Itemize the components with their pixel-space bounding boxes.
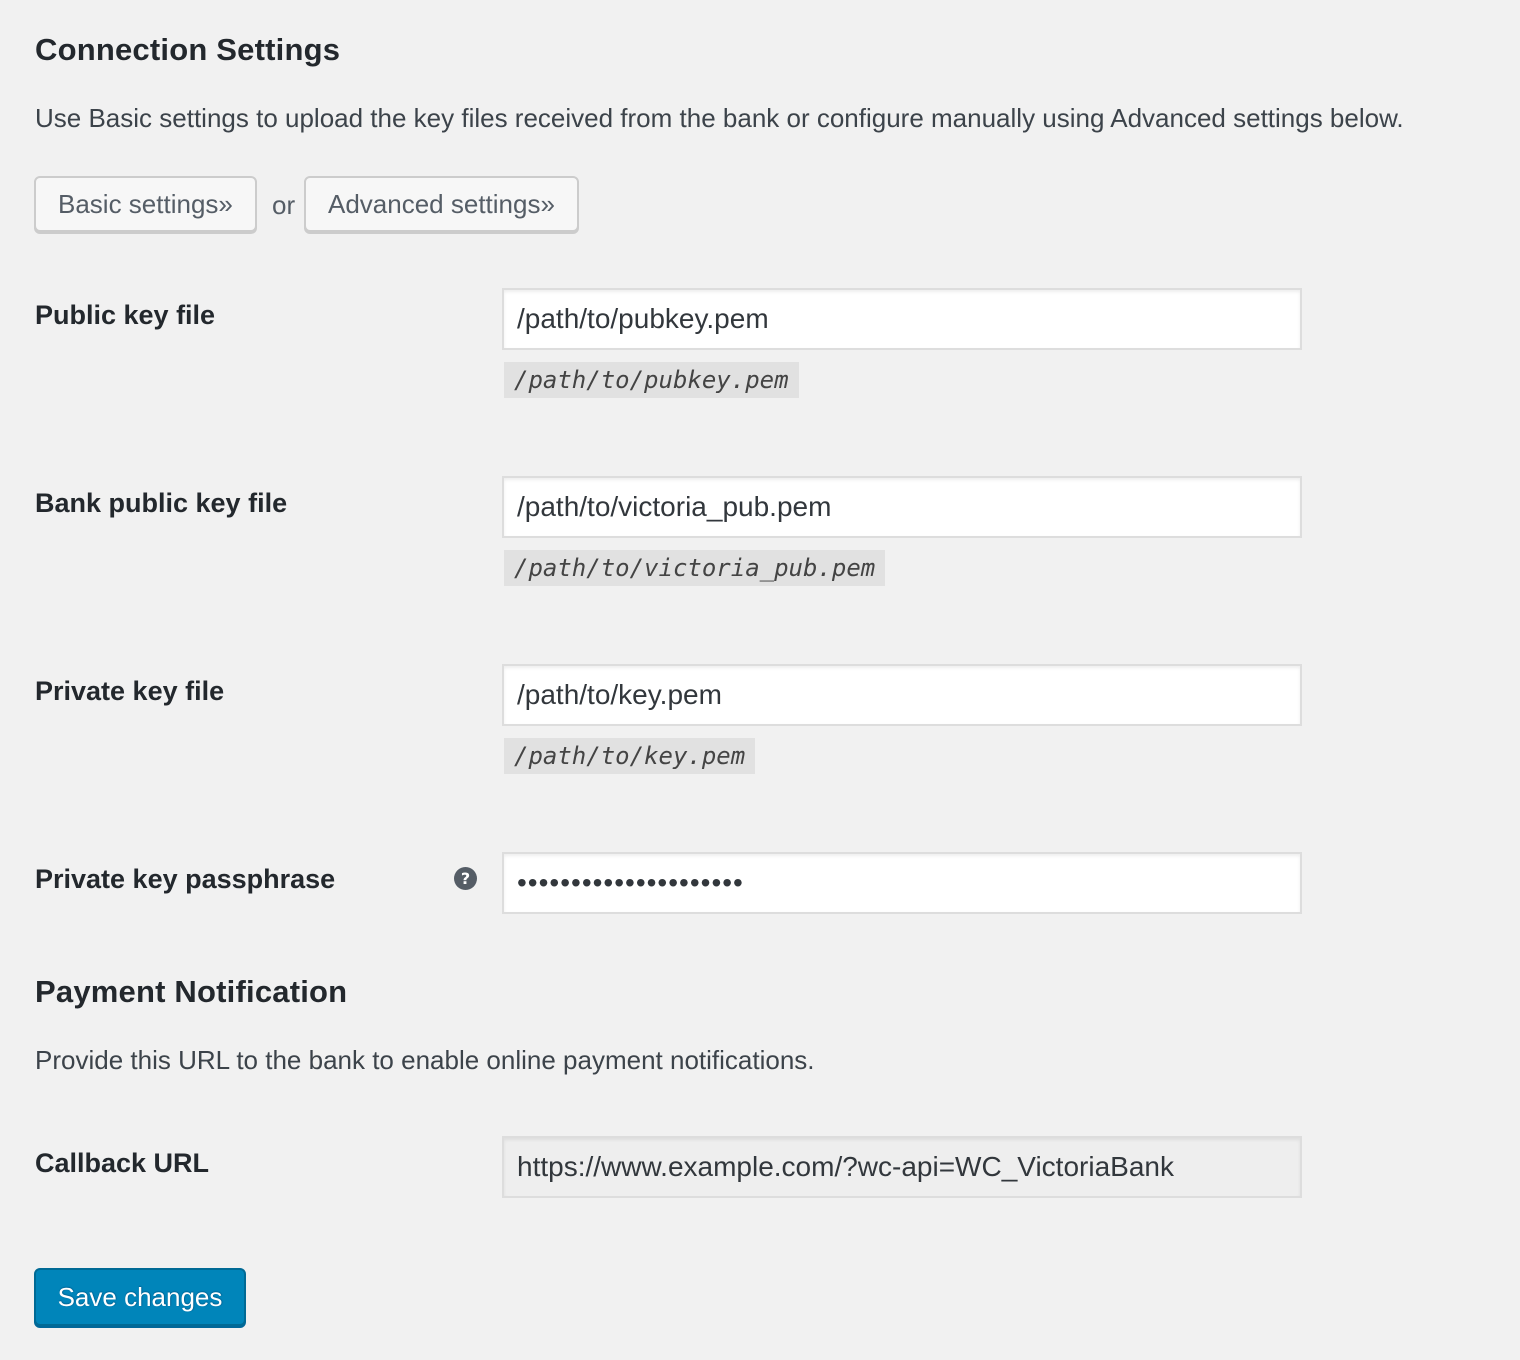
callback-url-label: Callback URL bbox=[35, 1148, 210, 1178]
private-key-file-input[interactable] bbox=[502, 664, 1302, 726]
payment-notification-description: Provide this URL to the bank to enable o… bbox=[35, 1045, 815, 1075]
settings-page: Connection Settings Use Basic settings t… bbox=[0, 0, 1520, 1360]
connection-settings-description: Use Basic settings to upload the key fil… bbox=[35, 103, 1404, 133]
or-separator: or bbox=[272, 190, 296, 220]
public-key-file-input[interactable] bbox=[502, 288, 1302, 350]
callback-url-input[interactable] bbox=[502, 1136, 1302, 1198]
bank-public-key-file-label: Bank public key file bbox=[35, 488, 288, 518]
basic-settings-button[interactable]: Basic settings» bbox=[34, 176, 257, 232]
private-key-passphrase-label: Private key passphrase bbox=[35, 864, 336, 894]
public-key-file-label: Public key file bbox=[35, 300, 216, 330]
bank-public-key-file-input[interactable] bbox=[502, 476, 1302, 538]
bank-public-key-file-hint: /path/to/victoria_pub.pem bbox=[504, 550, 886, 586]
save-changes-button[interactable]: Save changes bbox=[34, 1268, 246, 1326]
private-key-file-label: Private key file bbox=[35, 676, 225, 706]
public-key-file-hint: /path/to/pubkey.pem bbox=[504, 362, 799, 398]
private-key-file-hint: /path/to/key.pem bbox=[504, 738, 756, 774]
connection-settings-heading: Connection Settings bbox=[35, 32, 341, 67]
question-circle-icon[interactable]: ? bbox=[454, 867, 477, 890]
advanced-settings-button[interactable]: Advanced settings» bbox=[304, 176, 579, 232]
private-key-passphrase-input[interactable] bbox=[502, 852, 1302, 914]
payment-notification-heading: Payment Notification bbox=[35, 974, 348, 1009]
